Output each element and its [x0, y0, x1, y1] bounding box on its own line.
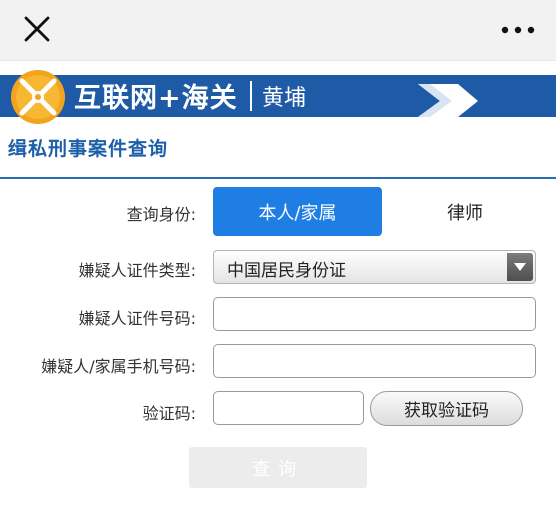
- customs-emblem-icon: [10, 69, 66, 125]
- identity-label: 查询身份:: [126, 205, 196, 224]
- page-title: 缉私刑事案件查询: [8, 138, 169, 160]
- title-divider: [0, 177, 556, 179]
- id-type-label: 嫌疑人证件类型:: [78, 261, 196, 280]
- identity-option-lawyer[interactable]: 律师: [400, 187, 530, 236]
- banner-separator: [250, 81, 252, 111]
- captcha-input[interactable]: [213, 391, 364, 425]
- banner-title: 互联网+海关: [74, 83, 238, 114]
- header-banner: 互联网+海关 黄埔: [0, 69, 556, 125]
- phone-label: 嫌疑人/家属手机号码:: [41, 357, 196, 376]
- chevron-down-icon: [507, 253, 533, 281]
- phone-input[interactable]: [213, 344, 536, 378]
- identity-option-self-family[interactable]: 本人/家属: [213, 187, 382, 236]
- top-bar: [0, 0, 556, 61]
- more-dots-icon[interactable]: [498, 18, 538, 42]
- id-type-selected-value: 中国居民身份证: [227, 261, 346, 281]
- banner-subtitle: 黄埔: [262, 86, 307, 111]
- id-number-label: 嫌疑人证件号码:: [78, 309, 196, 328]
- captcha-label: 验证码:: [142, 404, 196, 423]
- id-type-select[interactable]: 中国居民身份证: [213, 250, 536, 284]
- close-icon[interactable]: [22, 14, 52, 44]
- id-number-input[interactable]: [213, 297, 536, 331]
- get-captcha-button[interactable]: 获取验证码: [370, 391, 523, 426]
- query-submit-button[interactable]: 查询: [189, 447, 367, 488]
